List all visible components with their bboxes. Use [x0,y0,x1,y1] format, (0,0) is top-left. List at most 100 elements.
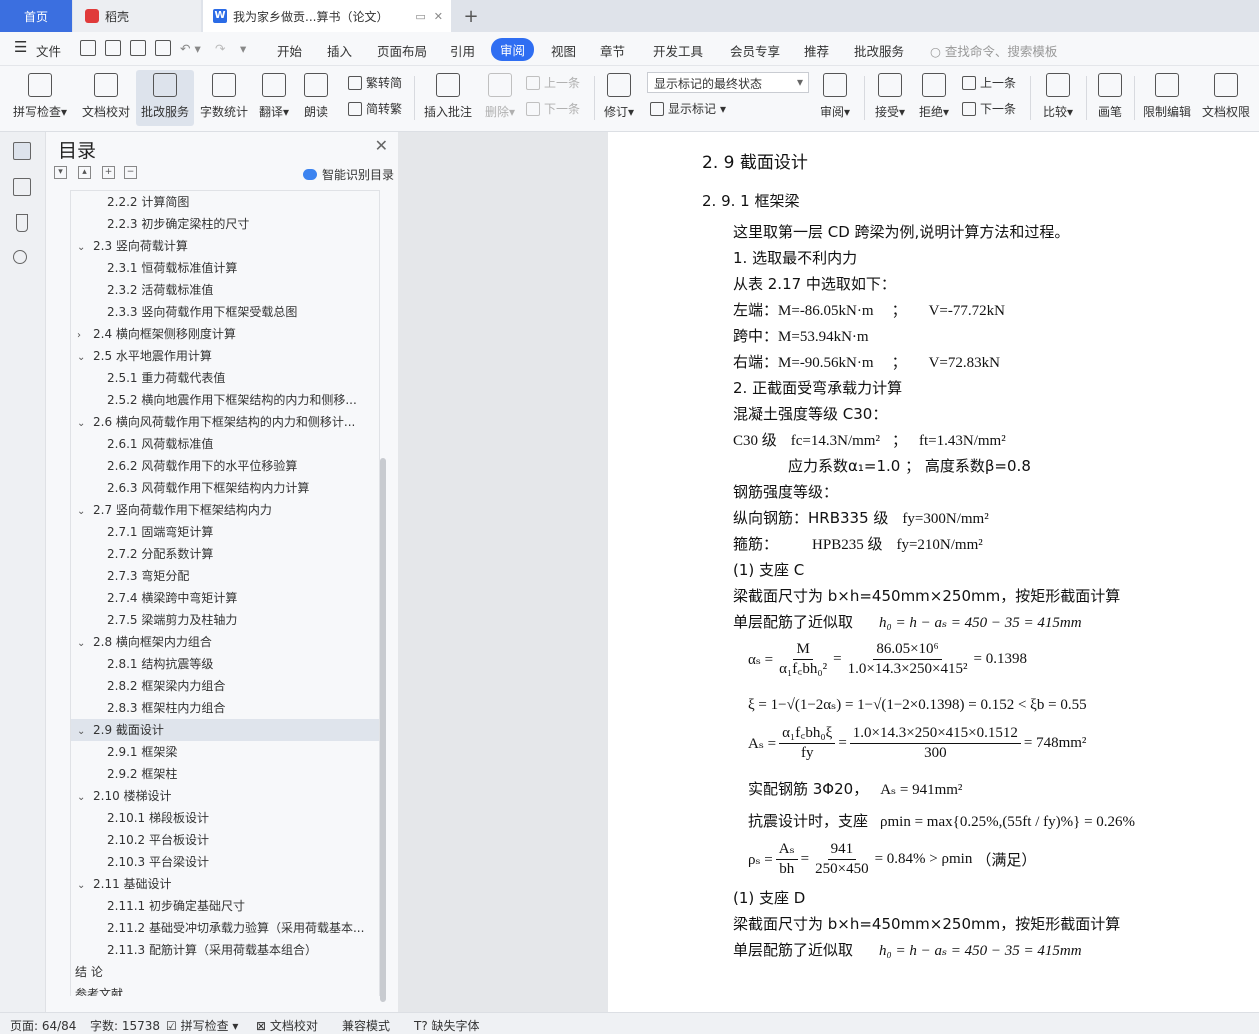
toc-item[interactable]: ⌄ 2.3 竖向荷载计算 [71,235,379,257]
toc-item[interactable]: 2.11.1 初步确定基础尺寸 [71,895,379,917]
doc-permission-button[interactable]: 文档权限 [1198,70,1254,126]
toc-item[interactable]: 2.6.1 风荷载标准值 [71,433,379,455]
toc-panel-icon[interactable] [13,142,31,160]
add-heading-icon[interactable]: + [102,166,115,179]
toc-item[interactable]: ⌄ 2.7 竖向荷载作用下框架结构内力 [71,499,379,521]
toc-item[interactable]: 2.8.1 结构抗震等级 [71,653,379,675]
toc-item[interactable]: 2.6.2 风荷载作用下的水平位移验算 [71,455,379,477]
new-tab-button[interactable]: + [458,0,484,32]
print-icon[interactable] [130,40,146,56]
toc-item[interactable]: ⌄ 2.11 基础设计 [71,873,379,895]
menu-view[interactable]: 视图 [551,41,576,60]
track-changes-button[interactable]: 修订▾ [600,70,638,126]
tab-home[interactable]: 首页 [0,0,72,32]
save-icon[interactable] [80,40,96,56]
chevron-down-icon[interactable]: ⌄ [77,347,89,367]
toc-item[interactable]: 2.11.3 配筋计算（采用荷载基本组合） [71,939,379,961]
toc-item[interactable]: 2.3.1 恒荷载标准值计算 [71,257,379,279]
bookmark-icon[interactable] [16,214,28,232]
chevron-down-icon[interactable]: ⌄ [77,875,89,895]
menu-page-layout[interactable]: 页面布局 [377,41,427,60]
menu-review[interactable]: 审阅 [491,38,535,61]
menu-start[interactable]: 开始 [277,41,302,60]
toc-item[interactable]: ⌄ 2.9 截面设计 [71,719,379,741]
toc-item[interactable]: 结 论 [71,961,379,983]
menu-section[interactable]: 章节 [600,41,625,60]
remove-heading-icon[interactable]: − [124,166,137,179]
smart-toc-button[interactable]: 智能识别目录 [302,166,394,183]
toc-item[interactable]: 2.9.2 框架柱 [71,763,379,785]
toc-item[interactable]: 参考文献 [71,983,379,996]
toc-item[interactable]: 2.10.1 梯段板设计 [71,807,379,829]
accept-change-button[interactable]: 接受▾ [870,70,910,126]
tab-pin-icon[interactable]: ▭ [415,10,425,23]
hamburger-menu-icon[interactable]: ☰ [14,38,27,56]
toc-item[interactable]: ⌄ 2.6 横向风荷载作用下框架结构的内力和侧移计... [71,411,379,433]
toc-item[interactable]: 2.5.1 重力荷载代表值 [71,367,379,389]
markup-state-select[interactable]: 显示标记的最终状态 ▾ [647,72,809,93]
next-change-button[interactable]: 下一条 [962,100,1016,117]
correct-service-button[interactable]: 批改服务 [136,70,194,126]
show-markup-button[interactable]: 显示标记 ▾ [650,100,726,117]
toc-item[interactable]: 2.9.1 框架梁 [71,741,379,763]
chapter-nav-icon[interactable] [13,178,31,196]
chevron-down-icon[interactable]: ⌄ [77,721,89,741]
toc-item[interactable]: › 2.4 横向框架侧移刚度计算 [71,323,379,345]
word-count-button[interactable]: 字数统计 [197,70,251,126]
insert-comment-button[interactable]: 插入批注 [420,70,476,126]
toc-item[interactable]: 2.3.3 竖向荷载作用下框架受载总图 [71,301,379,323]
tab-daoke[interactable]: 稻壳 [73,0,201,32]
toc-item[interactable]: 2.7.5 梁端剪力及柱轴力 [71,609,379,631]
next-comment-button[interactable]: 下一条 [526,100,580,117]
spell-check-button[interactable]: 拼写检查▾ [8,70,72,126]
tab-close-icon[interactable]: ✕ [434,10,443,23]
word-count[interactable]: 字数: 15738 [90,1017,160,1034]
expand-all-icon[interactable]: ▴ [78,166,91,179]
toc-item[interactable]: 2.6.3 风荷载作用下框架结构内力计算 [71,477,379,499]
collapse-all-icon[interactable]: ▾ [54,166,67,179]
menu-recommend[interactable]: 推荐 [804,41,829,60]
toc-item[interactable]: 2.7.2 分配系数计算 [71,543,379,565]
chevron-down-icon[interactable]: ⌄ [77,501,89,521]
review-pane-button[interactable]: 审阅▾ [816,70,854,126]
toc-item[interactable]: ⌄ 2.8 横向框架内力组合 [71,631,379,653]
search-icon[interactable] [13,250,27,264]
chevron-down-icon[interactable]: ⌄ [77,237,89,257]
delete-comment-button[interactable]: 删除▾ [480,70,520,126]
simp-to-trad-button[interactable]: 简转繁 [348,100,402,117]
command-search[interactable]: ○ 查找命令、搜索模板 [930,41,1057,60]
toc-item[interactable]: 2.11.2 基础受冲切承载力验算（采用荷载基本... [71,917,379,939]
toc-item[interactable]: 2.2.2 计算简图 [71,191,379,213]
toc-item[interactable]: 2.8.2 框架梁内力组合 [71,675,379,697]
chevron-down-icon[interactable]: ⌄ [77,413,89,433]
toc-item[interactable]: 2.7.1 固端弯矩计算 [71,521,379,543]
doc-proof-button[interactable]: 文档校对 [78,70,134,126]
menu-correct-service[interactable]: 批改服务 [854,41,904,60]
toc-item[interactable]: 2.7.4 横梁跨中弯矩计算 [71,587,379,609]
prev-change-button[interactable]: 上一条 [962,74,1016,91]
toc-item[interactable]: 2.10.3 平台梁设计 [71,851,379,873]
toc-item[interactable]: ⌄ 2.5 水平地震作用计算 [71,345,379,367]
chevron-down-icon[interactable]: ⌄ [77,787,89,807]
missing-font[interactable]: T? 缺失字体 [414,1017,480,1034]
toc-item[interactable]: 2.10.2 平台板设计 [71,829,379,851]
translate-button[interactable]: 翻译▾ [256,70,292,126]
toc-item[interactable]: 2.5.2 横向地震作用下框架结构的内力和侧移... [71,389,379,411]
toc-item[interactable]: 2.3.2 活荷载标准值 [71,279,379,301]
compare-button[interactable]: 比较▾ [1038,70,1078,126]
page-indicator[interactable]: 页面: 64/84 [10,1017,76,1034]
menu-insert[interactable]: 插入 [327,41,352,60]
quick-access-more-icon[interactable]: ▾ [240,41,246,56]
toc-scrollbar[interactable] [380,458,386,1002]
read-aloud-button[interactable]: 朗读 [298,70,334,126]
toc-item[interactable]: 2.2.3 初步确定梁柱的尺寸 [71,213,379,235]
chevron-down-icon[interactable]: ⌄ [77,633,89,653]
menu-dev-tools[interactable]: 开发工具 [653,41,703,60]
print-preview-icon[interactable] [155,40,171,56]
trad-to-simp-button[interactable]: 繁转简 [348,74,402,91]
redo-icon[interactable]: ↷ [215,41,225,56]
toc-item[interactable]: ⌄ 2.10 楼梯设计 [71,785,379,807]
restrict-edit-button[interactable]: 限制编辑 [1140,70,1194,126]
compat-mode[interactable]: 兼容模式 [342,1017,390,1034]
chevron-down-icon[interactable]: › [77,325,89,345]
